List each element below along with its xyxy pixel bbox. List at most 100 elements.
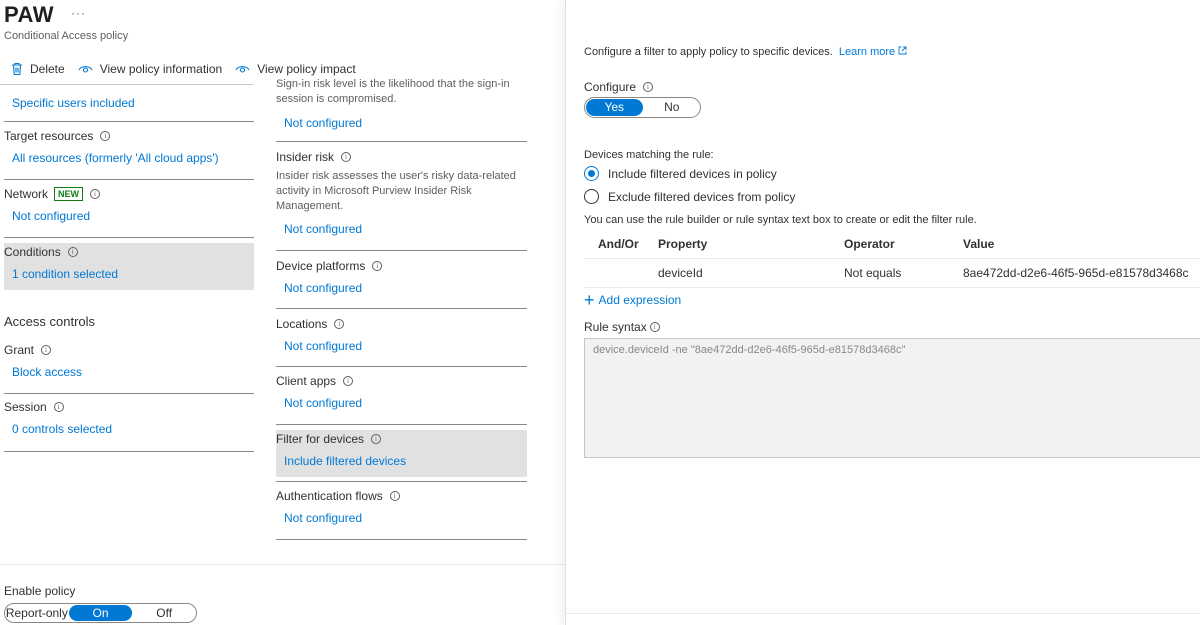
exclude-filtered-label: Exclude filtered devices from policy xyxy=(608,189,796,204)
network-section[interactable]: Network NEW i Not configured xyxy=(4,187,254,223)
grant-label: Grant i xyxy=(4,343,254,357)
new-badge: NEW xyxy=(54,187,84,201)
toolbar: Delete View policy information View poli… xyxy=(0,59,358,79)
column-header-operator: Operator xyxy=(844,237,895,251)
add-expression-label: Add expression xyxy=(598,293,682,307)
authentication-flows-section[interactable]: Authentication flows i Not configured xyxy=(276,489,527,525)
delete-button[interactable]: Delete xyxy=(11,62,65,76)
page-subtitle: Conditional Access policy xyxy=(4,30,129,42)
table-row[interactable]: deviceId Not equals 8ae472dd-d2e6-46f5-9… xyxy=(584,258,1200,288)
learn-more-link[interactable]: Learn more xyxy=(839,46,907,58)
info-icon[interactable]: i xyxy=(341,152,352,162)
view-policy-impact-button[interactable]: View policy impact xyxy=(235,62,356,76)
users-value[interactable]: Specific users included xyxy=(12,96,254,110)
row-value[interactable]: 8ae472dd-d2e6-46f5-965d-e81578d3468c xyxy=(963,266,1200,280)
locations-value[interactable]: Not configured xyxy=(284,339,527,353)
info-icon[interactable]: i xyxy=(372,261,383,271)
grant-section[interactable]: Grant i Block access xyxy=(4,343,254,379)
network-value[interactable]: Not configured xyxy=(12,209,254,223)
session-value[interactable]: 0 controls selected xyxy=(12,422,254,436)
session-label: Session i xyxy=(4,400,254,414)
grant-value[interactable]: Block access xyxy=(12,365,254,379)
info-icon[interactable]: i xyxy=(334,319,345,329)
row-property[interactable]: deviceId xyxy=(658,266,844,280)
authentication-flows-value[interactable]: Not configured xyxy=(284,511,527,525)
policy-editor: PAW ··· Conditional Access policy Delete… xyxy=(0,0,565,625)
users-section[interactable]: Specific users included xyxy=(4,88,254,110)
enable-option-off[interactable]: Off xyxy=(132,604,196,622)
info-icon[interactable]: i xyxy=(643,82,654,92)
devices-matching-label: Devices matching the rule: xyxy=(584,149,714,161)
configure-label: Configure i xyxy=(584,80,654,94)
conditions-text: Conditions xyxy=(4,245,61,259)
device-platforms-value[interactable]: Not configured xyxy=(284,281,527,295)
conditions-label: Conditions i xyxy=(4,245,254,259)
info-icon[interactable]: i xyxy=(90,189,101,199)
enable-option-report-only[interactable]: Report-only xyxy=(5,604,69,622)
view-policy-information-button[interactable]: View policy information xyxy=(78,62,223,76)
rule-builder-hint: You can use the rule builder or rule syn… xyxy=(584,214,977,226)
enable-policy-toggle[interactable]: Report-only On Off xyxy=(4,603,197,623)
radio-selected-icon xyxy=(584,166,599,181)
target-resources-value[interactable]: All resources (formerly 'All cloud apps'… xyxy=(12,151,254,165)
filter-for-devices-value[interactable]: Include filtered devices xyxy=(284,454,527,468)
include-filtered-radio[interactable]: Include filtered devices in policy xyxy=(584,166,777,181)
conditions-value[interactable]: 1 condition selected xyxy=(12,267,254,281)
grant-text: Grant xyxy=(4,343,35,357)
table-header: And/Or Property Operator Value xyxy=(584,230,1200,258)
add-expression-button[interactable]: + Add expression xyxy=(584,291,682,309)
info-icon[interactable]: i xyxy=(371,434,382,444)
rule-syntax-textbox[interactable]: device.deviceId -ne "8ae472dd-d2e6-46f5-… xyxy=(584,338,1200,458)
conditions-section[interactable]: Conditions i 1 condition selected xyxy=(4,243,254,290)
locations-section[interactable]: Locations i Not configured xyxy=(276,317,527,353)
divider xyxy=(4,179,254,180)
device-platforms-text: Device platforms xyxy=(276,259,366,273)
info-icon[interactable]: i xyxy=(41,345,52,355)
configure-no-option[interactable]: No xyxy=(644,98,701,117)
learn-more-text: Learn more xyxy=(838,46,896,58)
insider-risk-value[interactable]: Not configured xyxy=(284,222,527,236)
rule-syntax-text: Rule syntax xyxy=(584,320,647,334)
column-header-andor: And/Or xyxy=(598,237,639,251)
row-operator[interactable]: Not equals xyxy=(844,266,963,280)
insider-risk-section[interactable]: Insider risk i Insider risk assesses the… xyxy=(276,150,527,236)
info-icon[interactable]: i xyxy=(53,402,64,412)
filter-for-devices-text: Filter for devices xyxy=(276,432,365,446)
client-apps-section[interactable]: Client apps i Not configured xyxy=(276,374,527,410)
view-policy-information-label: View policy information xyxy=(99,62,223,76)
access-controls-text: Access controls xyxy=(4,314,96,329)
info-icon[interactable]: i xyxy=(67,247,78,257)
filter-for-devices-section[interactable]: Filter for devices i Include filtered de… xyxy=(276,430,527,477)
column-header-property: Property xyxy=(658,237,708,251)
session-section[interactable]: Session i 0 controls selected xyxy=(4,400,254,436)
divider xyxy=(4,237,254,238)
session-text: Session xyxy=(4,400,47,414)
target-resources-section[interactable]: Target resources i All resources (former… xyxy=(4,129,254,165)
info-icon[interactable]: i xyxy=(649,322,660,332)
target-resources-text: Target resources xyxy=(4,129,94,143)
enable-policy-label: Enable policy xyxy=(4,584,76,598)
enable-option-on[interactable]: On xyxy=(68,605,133,621)
info-icon[interactable]: i xyxy=(389,491,400,501)
info-icon[interactable]: i xyxy=(343,376,354,386)
exclude-filtered-radio[interactable]: Exclude filtered devices from policy xyxy=(584,189,795,204)
signin-risk-description: Sign-in risk level is the likelihood tha… xyxy=(276,78,510,105)
info-icon[interactable]: i xyxy=(100,131,111,141)
rule-syntax-label: Rule syntax i xyxy=(584,320,660,334)
filter-for-devices-panel: Configure a filter to apply policy to sp… xyxy=(565,0,1200,625)
divider xyxy=(276,539,527,540)
configure-yes-option[interactable]: Yes xyxy=(586,99,643,116)
more-options-button[interactable]: ··· xyxy=(71,6,86,20)
signin-risk-value-row[interactable]: Not configured xyxy=(276,108,527,130)
device-platforms-section[interactable]: Device platforms i Not configured xyxy=(276,259,527,295)
configure-toggle[interactable]: Yes No xyxy=(584,97,701,118)
include-filtered-label: Include filtered devices in policy xyxy=(608,166,777,181)
divider xyxy=(276,424,527,425)
divider xyxy=(4,451,254,452)
divider xyxy=(4,393,254,394)
signin-risk-value[interactable]: Not configured xyxy=(284,116,527,130)
client-apps-value[interactable]: Not configured xyxy=(284,396,527,410)
divider xyxy=(0,84,253,85)
insider-risk-description: Insider risk assesses the user's risky d… xyxy=(276,170,516,212)
eye-icon xyxy=(78,66,93,73)
